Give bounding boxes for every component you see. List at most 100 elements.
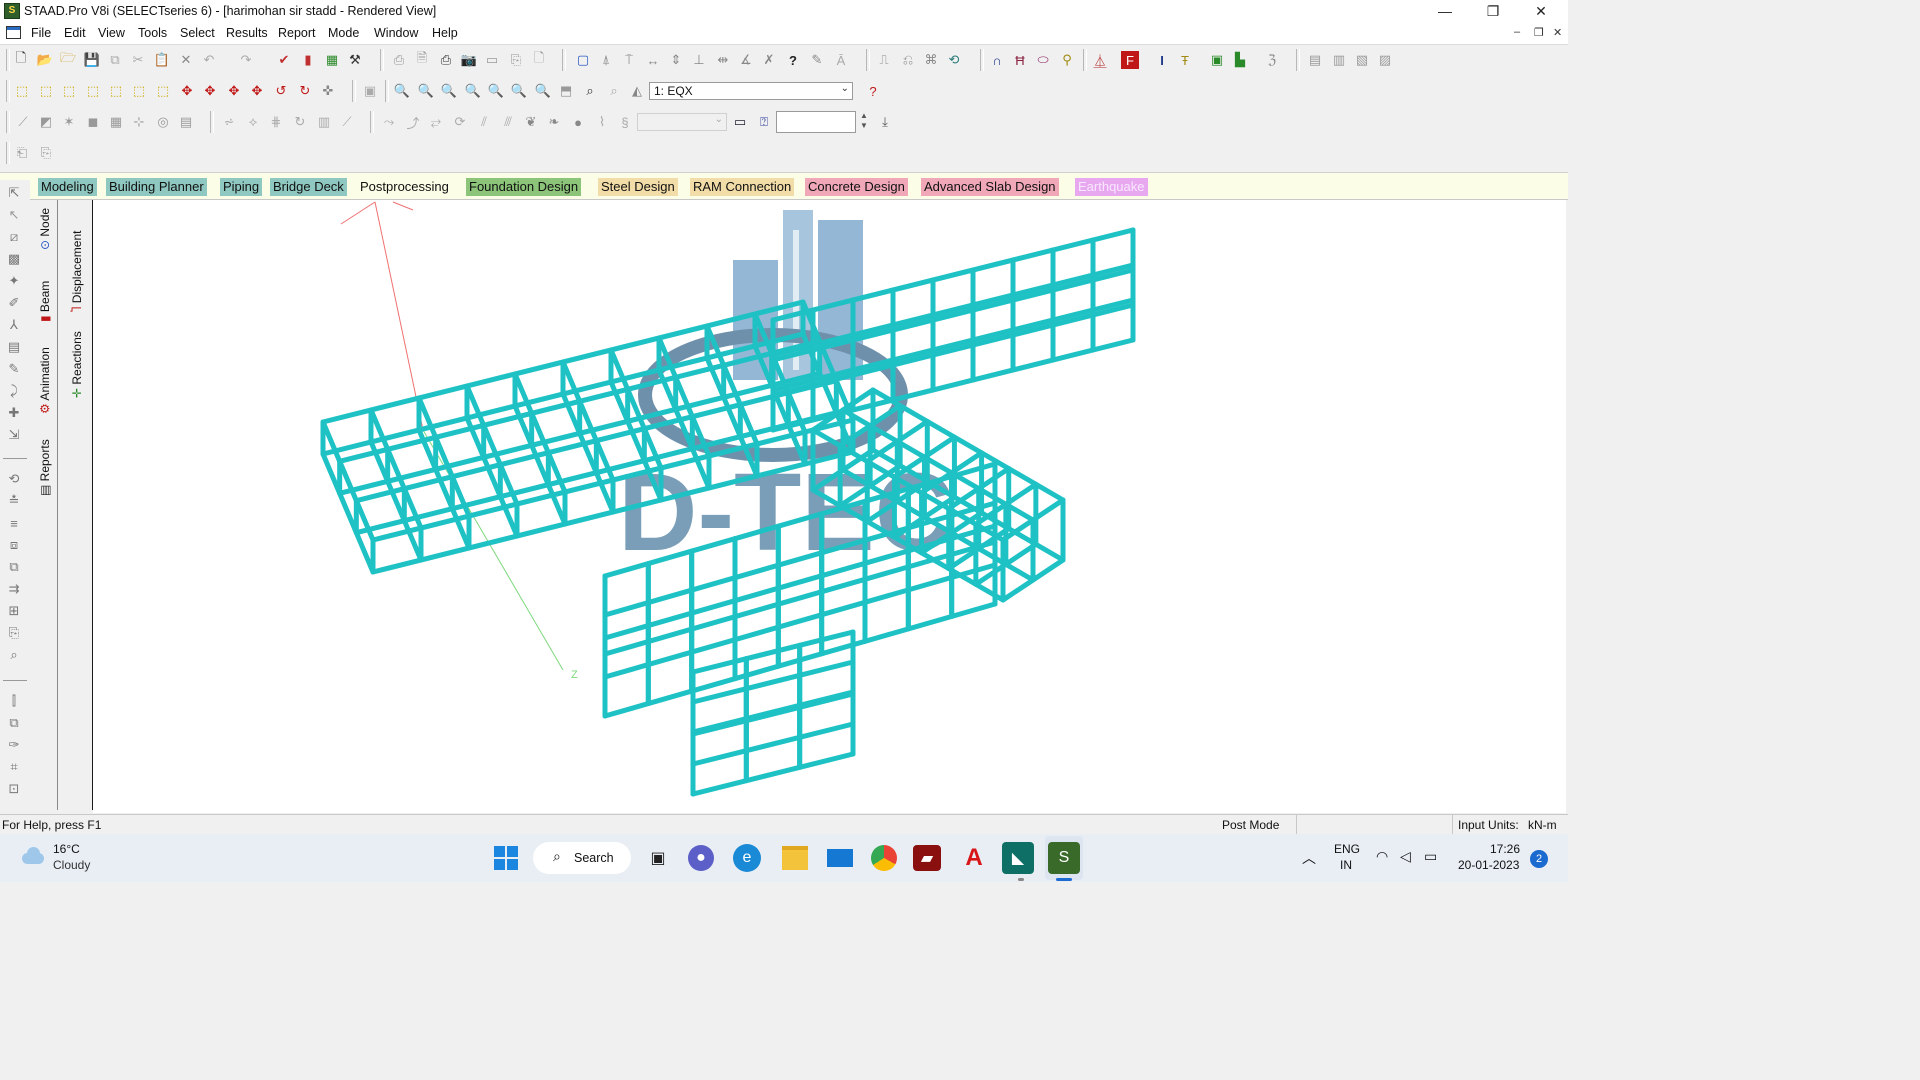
- script-icon[interactable]: ℨ: [1263, 51, 1281, 69]
- acrobat-icon[interactable]: A: [958, 842, 990, 874]
- view-restore-icon[interactable]: ▨: [1376, 51, 1394, 69]
- view-iso-icon[interactable]: ⬚: [13, 82, 31, 100]
- hammer-icon[interactable]: ⚒: [346, 51, 364, 69]
- vtab-displacement[interactable]: Ⴈ Displacement: [70, 231, 84, 312]
- load-icon[interactable]: ⏅: [1091, 51, 1109, 69]
- cycle-icon[interactable]: ⟳: [451, 113, 469, 131]
- table-tool-icon[interactable]: ▤: [177, 113, 195, 131]
- toolbar-grip[interactable]: [6, 142, 10, 164]
- minimize-button[interactable]: —: [1422, 0, 1468, 23]
- report-setup-icon[interactable]: ⎘: [507, 51, 525, 69]
- view-top-icon[interactable]: ⬚: [130, 82, 148, 100]
- teams-chat-icon[interactable]: ●: [688, 845, 714, 871]
- spin-left-icon[interactable]: ↺: [272, 82, 290, 100]
- view-front-icon[interactable]: ⬚: [37, 82, 55, 100]
- toolbar-grip[interactable]: [866, 49, 870, 71]
- crop-icon[interactable]: ⌗: [5, 758, 23, 776]
- tab-advanced-slab-design[interactable]: Advanced Slab Design: [921, 178, 1059, 196]
- select-table-icon[interactable]: ▤: [5, 338, 23, 356]
- open-folder-icon[interactable]: 📂: [36, 51, 54, 69]
- weather-temp[interactable]: 16°C: [53, 842, 80, 856]
- print-preview-icon[interactable]: ⎙: [390, 51, 408, 69]
- dimension-icon[interactable]: ↔: [644, 51, 662, 69]
- clock-date[interactable]: 20-01-2023: [1458, 858, 1519, 872]
- view-manage-icon[interactable]: ▧: [1353, 51, 1371, 69]
- circular-repeat-icon[interactable]: ⟡: [244, 113, 262, 131]
- scale-input[interactable]: [776, 111, 856, 133]
- arrows-icon[interactable]: ⇉: [5, 580, 23, 598]
- mdi-close-button[interactable]: ✕: [1553, 26, 1562, 39]
- paste-icon[interactable]: 📋: [153, 51, 171, 69]
- copy-icon[interactable]: ⎘: [5, 624, 23, 642]
- property-icon[interactable]: ⎌: [899, 51, 917, 69]
- vtab-reactions[interactable]: ✛ Reactions: [70, 331, 84, 398]
- menu-report[interactable]: Report: [278, 26, 316, 40]
- menu-file[interactable]: File: [31, 26, 51, 40]
- zoom-window-icon[interactable]: 🔍: [393, 82, 411, 100]
- cross-tool-icon[interactable]: ✗: [760, 51, 778, 69]
- grid-tool-icon[interactable]: ▦: [107, 113, 125, 131]
- file-explorer-icon[interactable]: [779, 842, 811, 874]
- list-icon[interactable]: ≡: [5, 514, 23, 532]
- help-question-icon[interactable]: ?: [784, 51, 802, 69]
- vtab-node[interactable]: ⊙ Node: [38, 208, 52, 250]
- cloud-icon[interactable]: [20, 846, 46, 864]
- notification-badge[interactable]: 2: [1530, 850, 1548, 868]
- close-button[interactable]: ✕: [1518, 0, 1564, 23]
- measure-icon[interactable]: ⇹: [714, 51, 732, 69]
- structure-diagram-icon[interactable]: ◭: [628, 82, 646, 100]
- toolbar-grip[interactable]: [6, 111, 10, 133]
- printer-icon[interactable]: ⎙: [437, 51, 455, 69]
- frame-view-icon[interactable]: ⊡: [5, 780, 23, 798]
- green-doc-icon[interactable]: ▣: [1208, 51, 1226, 69]
- camera-icon[interactable]: 📷: [460, 51, 478, 69]
- structure-wizard-icon[interactable]: ▦: [323, 51, 341, 69]
- layers-icon[interactable]: ⧉: [5, 714, 23, 732]
- rendered-view-viewport[interactable]: Z D-TEC: [93, 200, 1566, 813]
- help-box-icon[interactable]: ⍰: [755, 113, 773, 131]
- offset-icon[interactable]: ⤴: [404, 113, 422, 131]
- i-beam-icon[interactable]: I: [1153, 51, 1171, 69]
- toolbar-grip[interactable]: [1296, 49, 1300, 71]
- select-surface-icon[interactable]: ✐: [5, 294, 23, 312]
- menu-tools[interactable]: Tools: [138, 26, 167, 40]
- view-left-icon[interactable]: ⬚: [84, 82, 102, 100]
- weather-desc[interactable]: Cloudy: [53, 858, 90, 872]
- rotate-view-icon[interactable]: ⟲: [5, 470, 23, 488]
- vtab-animation[interactable]: ⚙ Animation: [38, 347, 52, 414]
- picture-album-icon[interactable]: ▭: [483, 51, 501, 69]
- dimension-v-icon[interactable]: ⇕: [667, 51, 685, 69]
- rotate-right-icon[interactable]: ✥: [248, 82, 266, 100]
- node-label-icon[interactable]: ⍋: [597, 51, 615, 69]
- select-beam-icon[interactable]: ⧄: [5, 228, 23, 246]
- toolbar-grip[interactable]: [980, 49, 984, 71]
- app-dark-red-icon[interactable]: ▰: [913, 845, 941, 871]
- document-icon[interactable]: [6, 26, 21, 39]
- compare-icon[interactable]: ⧈: [5, 536, 23, 554]
- copy-picture-icon[interactable]: ⧉: [106, 51, 124, 69]
- undo-icon[interactable]: ↶: [200, 51, 218, 69]
- brush-icon[interactable]: ⌇: [593, 113, 611, 131]
- wifi-icon[interactable]: ◠: [1376, 848, 1388, 865]
- preview-icon[interactable]: 🗎: [413, 50, 431, 69]
- menu-help[interactable]: Help: [432, 26, 458, 40]
- load-case-select[interactable]: 1: EQX ⌄: [649, 82, 853, 100]
- tab-bridge-deck[interactable]: Bridge Deck: [270, 178, 347, 196]
- staad-app-icon[interactable]: S: [4, 3, 20, 19]
- tab-earthquake[interactable]: Earthquake: [1075, 178, 1148, 196]
- rotate-tool-icon[interactable]: ↻: [291, 113, 309, 131]
- rotate-down-icon[interactable]: ✥: [201, 82, 219, 100]
- orientation-icon[interactable]: ⌘: [922, 51, 940, 69]
- save-icon[interactable]: 💾: [83, 51, 101, 69]
- split-icon[interactable]: ⫻: [499, 113, 517, 131]
- tab-modeling[interactable]: Modeling: [38, 178, 97, 196]
- new-file-icon[interactable]: 🗋: [12, 50, 30, 69]
- display-icon[interactable]: ▭: [731, 113, 749, 131]
- select-cross-icon[interactable]: ✚: [5, 404, 23, 422]
- release-icon[interactable]: ⤳: [380, 113, 398, 131]
- angle-icon[interactable]: ∡: [737, 51, 755, 69]
- solid-tool-icon[interactable]: ✶: [60, 113, 78, 131]
- view-back-icon[interactable]: ⬚: [60, 82, 78, 100]
- select-brush-icon[interactable]: ✎: [5, 360, 23, 378]
- edit-icon[interactable]: ✑: [5, 736, 23, 754]
